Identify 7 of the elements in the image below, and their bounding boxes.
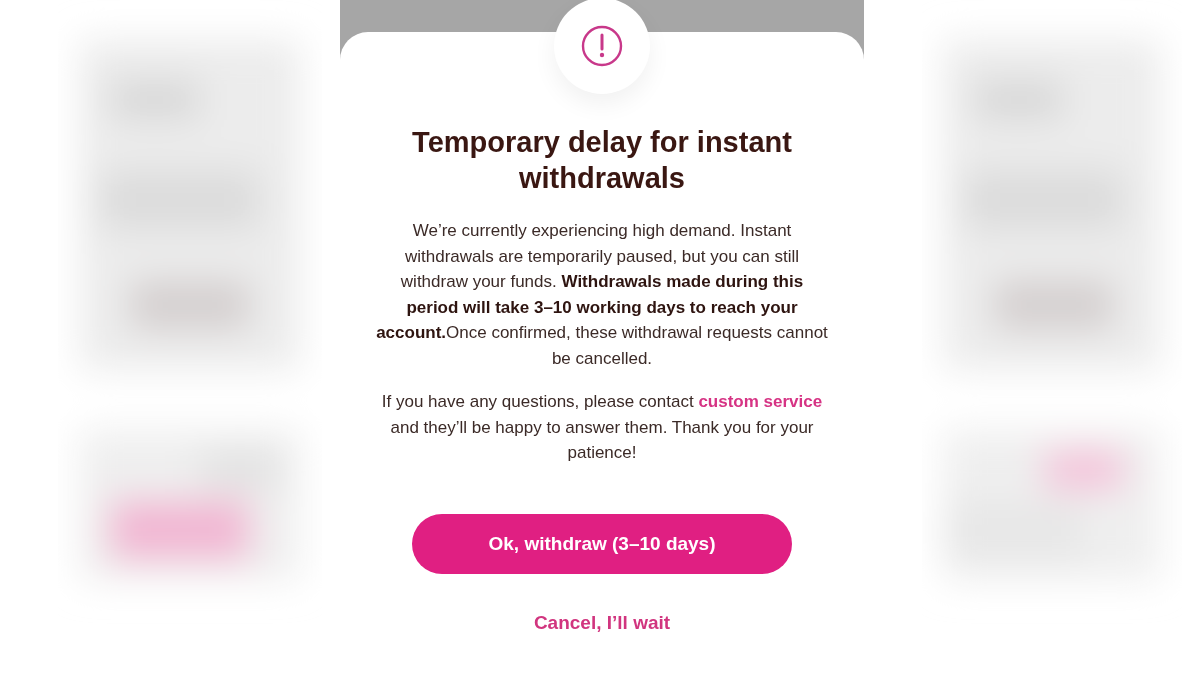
dialog-message: We’re currently experiencing high demand. Instant withdrawals are temporarily paused, but you can still withdraw your funds. Withdrawals made during this period will take 3–10 working days to reach your account.Once confirmed, these withdrawal requests cannot be cancelled. [376, 220, 828, 370]
alert-icon [581, 25, 623, 67]
dialog-title: Temporary delay for instant withdrawals [411, 125, 793, 196]
withdraw-button[interactable]: Ok, withdraw (3–10 days) [412, 513, 792, 574]
custom-service-link[interactable]: custom service [698, 392, 823, 411]
contact-message: If you have any questions, please contact custom service and they’ll be happy to answer them. Thank you for your patience! [380, 391, 824, 464]
cancel-button[interactable]: Cancel, I’ll wait [527, 607, 677, 638]
